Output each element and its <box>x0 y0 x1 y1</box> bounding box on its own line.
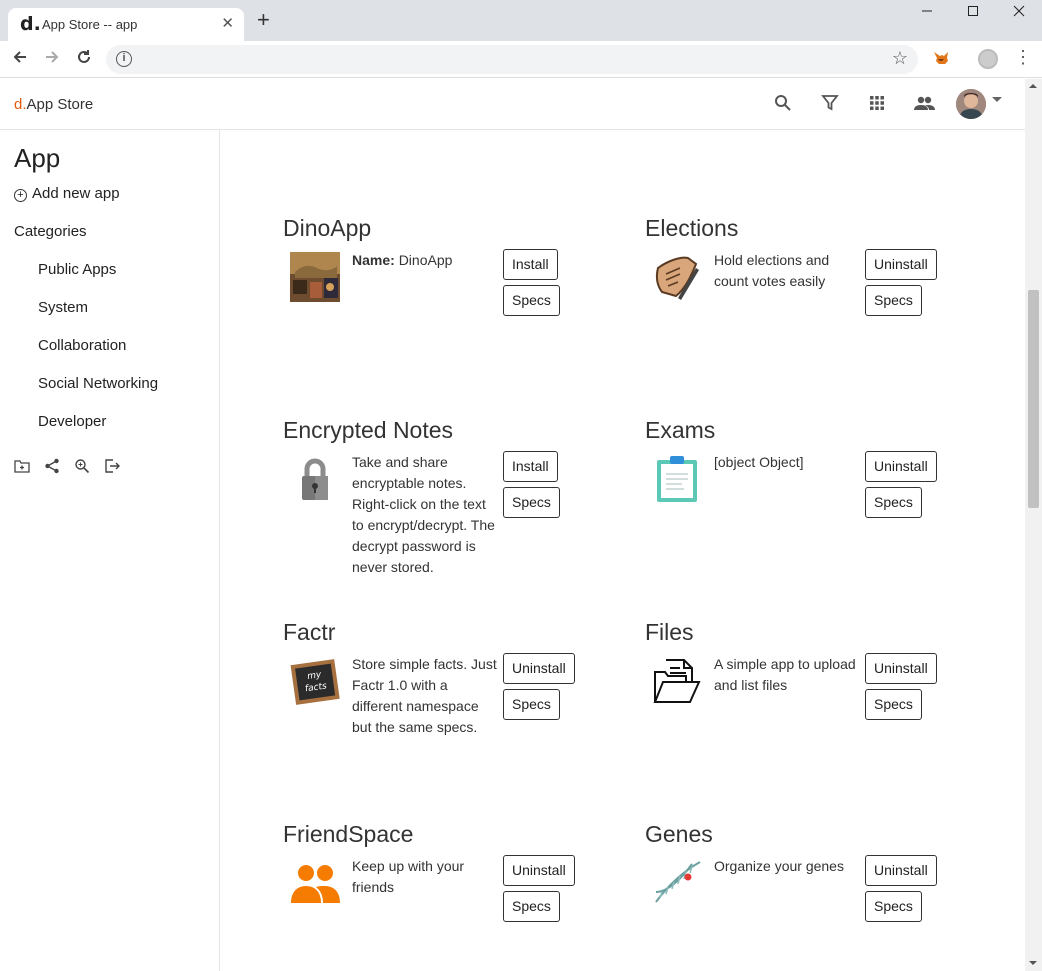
app-card-exams: Exams [object Object] Uninstall Specs <box>645 417 965 607</box>
specs-button[interactable]: Specs <box>865 285 922 316</box>
app-card-genes: Genes Organize your genes Uninstall Spec… <box>645 821 965 971</box>
sidebar-item-developer[interactable]: Developer <box>38 413 106 430</box>
close-window-icon[interactable] <box>996 4 1042 24</box>
browser-tab-bar: d. App Store -- app ✕ + <box>0 0 1042 41</box>
sidebar-item-system[interactable]: System <box>38 299 88 316</box>
dna-icon[interactable] <box>652 858 702 908</box>
app-title[interactable]: Factr <box>283 619 335 646</box>
page-scrollbar[interactable] <box>1025 79 1042 971</box>
brand-prefix: d. <box>14 96 27 113</box>
app-title[interactable]: Files <box>645 619 694 646</box>
app-description: Name: DinoApp <box>352 250 497 271</box>
specs-button[interactable]: Specs <box>503 891 560 922</box>
logout-icon[interactable] <box>104 458 120 474</box>
app-card-dinoapp: DinoApp Name: DinoApp Install Specs <box>283 215 603 405</box>
share-icon[interactable] <box>44 458 60 474</box>
app-card-encrypted-notes: Encrypted Notes Take and share encryptab… <box>283 417 603 607</box>
maximize-icon[interactable] <box>950 4 996 24</box>
browser-toolbar: i ☆ <box>0 41 1042 78</box>
forward-icon[interactable] <box>41 48 63 70</box>
address-bar[interactable]: i ☆ <box>106 45 918 74</box>
specs-button[interactable]: Specs <box>865 689 922 720</box>
tab-favicon: d. <box>20 13 41 35</box>
app-title[interactable]: Elections <box>645 215 738 242</box>
zoom-icon[interactable] <box>74 458 90 474</box>
folder-files-icon[interactable] <box>652 656 702 706</box>
scroll-down-arrow-icon[interactable] <box>1029 961 1037 965</box>
app-card-elections: Elections Hold elections and count votes… <box>645 215 965 405</box>
app-description: Organize your genes <box>714 858 844 874</box>
sidebar-item-social-networking[interactable]: Social Networking <box>38 375 158 392</box>
uninstall-button[interactable]: Uninstall <box>865 451 937 482</box>
app-name-value: DinoApp <box>398 252 453 268</box>
metamask-fox-icon[interactable] <box>932 49 950 67</box>
padlock-icon[interactable] <box>290 454 340 504</box>
browser-menu-icon[interactable]: ⋮ <box>1014 47 1032 68</box>
chevron-down-icon[interactable] <box>992 97 1002 102</box>
specs-button[interactable]: Specs <box>503 285 560 316</box>
app-description: A simple app to upload and list files <box>714 656 856 693</box>
app-header: d.App Store <box>0 79 1025 130</box>
user-avatar[interactable] <box>956 89 986 119</box>
clipboard-icon[interactable] <box>652 454 702 504</box>
scrollbar-thumb[interactable] <box>1028 290 1039 508</box>
specs-button[interactable]: Specs <box>503 487 560 518</box>
site-info-icon[interactable]: i <box>116 51 132 67</box>
sidebar-item-public-apps[interactable]: Public Apps <box>38 261 116 278</box>
uninstall-button[interactable]: Uninstall <box>865 653 937 684</box>
install-button[interactable]: Install <box>503 451 558 482</box>
bookmark-star-icon[interactable]: ☆ <box>892 48 908 69</box>
app-card-factr: Factr my facts Store simple facts. Just F… <box>283 619 603 809</box>
add-new-app-link[interactable]: + Add new app <box>14 185 120 202</box>
add-new-app-label: Add new app <box>32 185 120 202</box>
new-folder-icon[interactable] <box>14 458 30 474</box>
tab-title: App Store -- app <box>42 17 138 32</box>
chalkboard-text: my <box>307 670 323 682</box>
app-title[interactable]: Encrypted Notes <box>283 417 453 444</box>
specs-button[interactable]: Specs <box>503 689 560 720</box>
uninstall-button[interactable]: Uninstall <box>503 855 575 886</box>
app-description: Take and share encryptable notes. Right-… <box>352 454 495 575</box>
filter-icon[interactable] <box>820 93 842 115</box>
uninstall-button[interactable]: Uninstall <box>503 653 575 684</box>
reload-icon[interactable] <box>73 48 95 70</box>
sidebar-title: App <box>14 143 61 173</box>
categories-heading[interactable]: Categories <box>14 223 87 240</box>
app-description: Hold elections and count votes easily <box>714 252 830 289</box>
apps-grid-icon[interactable] <box>867 93 889 115</box>
scroll-up-arrow-icon[interactable] <box>1029 84 1037 88</box>
ballot-icon[interactable] <box>652 252 702 302</box>
sidebar: App + Add new app Categories Public Apps … <box>0 130 220 971</box>
app-title[interactable]: Exams <box>645 417 715 444</box>
plus-circle-icon: + <box>14 189 27 202</box>
specs-button[interactable]: Specs <box>865 487 922 518</box>
minimize-icon[interactable] <box>904 4 950 24</box>
app-name-label: Name: <box>352 252 395 268</box>
app-description: Store simple facts. Just Factr 1.0 with … <box>352 656 497 735</box>
app-title[interactable]: FriendSpace <box>283 821 413 848</box>
browser-tab[interactable]: d. App Store -- app ✕ <box>8 8 244 41</box>
sidebar-item-collaboration[interactable]: Collaboration <box>38 337 126 354</box>
specs-button[interactable]: Specs <box>865 891 922 922</box>
friends-icon[interactable] <box>290 858 340 908</box>
app-description: Keep up with your friends <box>352 858 465 895</box>
back-icon[interactable] <box>9 48 31 70</box>
tab-close-icon[interactable]: ✕ <box>221 14 234 32</box>
app-title[interactable]: DinoApp <box>283 215 371 242</box>
uninstall-button[interactable]: Uninstall <box>865 855 937 886</box>
app-title[interactable]: Genes <box>645 821 713 848</box>
new-tab-button[interactable]: + <box>257 9 270 31</box>
app-card-files: Files A simple app to upload and list fi… <box>645 619 965 809</box>
uninstall-button[interactable]: Uninstall <box>865 249 937 280</box>
people-icon[interactable] <box>913 93 935 115</box>
dino-image[interactable] <box>290 252 340 302</box>
app-description: [object Object] <box>714 454 804 470</box>
install-button[interactable]: Install <box>503 249 558 280</box>
chalkboard-icon[interactable]: my facts <box>290 656 340 706</box>
search-icon[interactable] <box>773 93 795 115</box>
app-card-friendspace: FriendSpace Keep up with your friends Un… <box>283 821 603 971</box>
brand-name: App Store <box>26 96 94 113</box>
browser-profile-icon[interactable] <box>978 49 998 69</box>
brand-logo[interactable]: d.App Store <box>14 96 93 113</box>
